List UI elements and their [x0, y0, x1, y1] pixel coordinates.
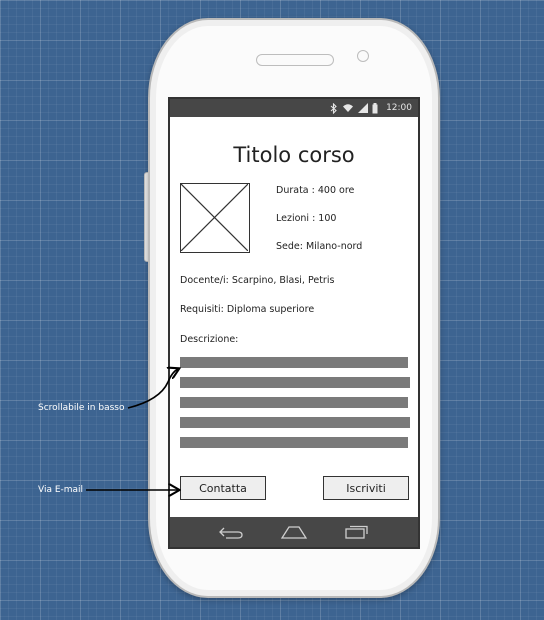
- status-time: 12:00: [386, 103, 412, 113]
- back-icon[interactable]: [216, 522, 246, 542]
- course-requirements: Requisiti: Diploma superiore: [180, 304, 315, 315]
- course-location: Sede: Milano-nord: [276, 241, 363, 252]
- description-line: [180, 437, 408, 448]
- annotation-email: Via E-mail: [38, 485, 84, 495]
- page-title: Titolo corso: [233, 143, 355, 167]
- bluetooth-icon: [330, 102, 337, 114]
- wifi-icon: [343, 104, 354, 112]
- annotation-scroll: Scrollabile in basso: [38, 403, 125, 413]
- navigation-bar: [170, 517, 418, 547]
- phone-speaker: [256, 54, 334, 66]
- description-label: Descrizione:: [180, 334, 239, 345]
- course-duration: Durata : 400 ore: [276, 185, 355, 196]
- description-line: [180, 417, 410, 428]
- description-line: [180, 377, 410, 388]
- status-bar: 12:00: [170, 99, 418, 117]
- home-icon[interactable]: [279, 522, 309, 542]
- course-image-placeholder: [180, 183, 250, 253]
- subscribe-button[interactable]: Iscriviti: [323, 476, 409, 500]
- recent-apps-icon[interactable]: [342, 522, 372, 542]
- signal-icon: [358, 103, 369, 113]
- description-line: [180, 357, 408, 368]
- battery-icon: [372, 102, 378, 113]
- course-detail: Titolo corso Durata : 400 ore Lezioni : …: [170, 117, 418, 517]
- course-teachers: Docente/i: Scarpino, Blasi, Petris: [180, 275, 335, 286]
- contact-button[interactable]: Contatta: [180, 476, 266, 500]
- phone-camera: [357, 50, 369, 62]
- description-line: [180, 397, 408, 408]
- course-lessons: Lezioni : 100: [276, 213, 337, 224]
- phone-screen: 12:00 Titolo corso Durata : 400 ore Lezi…: [168, 97, 420, 549]
